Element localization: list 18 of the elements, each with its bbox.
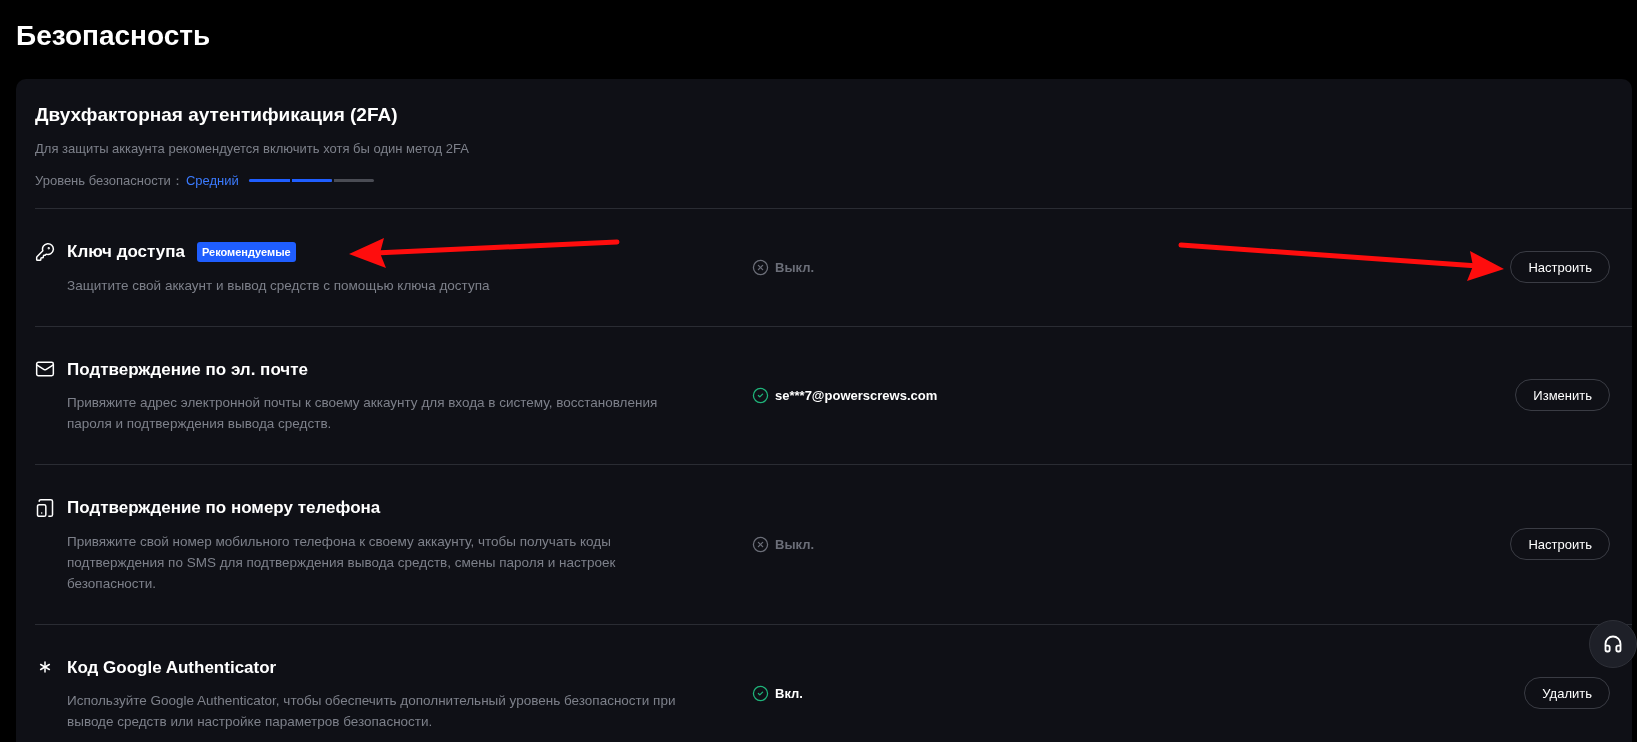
method-title: Подтверждение по эл. почте	[67, 358, 308, 381]
section-title: Двухфакторная аутентификация (2FA)	[35, 103, 399, 127]
method-description: Используйте Google Authenticator, чтобы обеспечить дополнительный уровень безопасности при выводе средств или настройке параметров безопасности.	[66, 692, 677, 731]
level-value: Средний	[185, 171, 239, 190]
method-title: Подтверждение по номеру телефона	[67, 497, 381, 519]
status-text: Выкл.	[775, 535, 815, 554]
status-text: Выкл.	[775, 258, 815, 277]
method-description: Привяжите адрес электронной почты к своему аккаунту для входа в систему, восстановления пароля и подтверждения вывода средств.	[66, 394, 659, 433]
method-title: Код Google Authenticator	[67, 656, 277, 679]
section-subtitle: Для защиты аккаунта рекомендуется включить хотя бы один метод 2FA	[35, 140, 470, 158]
level-label: Уровень безопасности：	[35, 171, 184, 190]
method-description: Привяжите свой номер мобильного телефона к своему аккаунту, чтобы получать коды подтверждения по SMS для подтверждения вывода средств, смены пароля и настроек безопасности.	[66, 532, 617, 593]
page-title: Безопасность	[15, 19, 212, 53]
status-text: Вкл.	[775, 684, 803, 703]
method-title: Ключ доступа	[67, 241, 185, 263]
method-description: Защитите свой аккаунт и вывод средств с помощью ключа доступа	[66, 276, 491, 295]
recommended-badge: Рекомендуемые	[197, 241, 296, 262]
status-text: se***7@powerscrews.com	[775, 386, 938, 405]
